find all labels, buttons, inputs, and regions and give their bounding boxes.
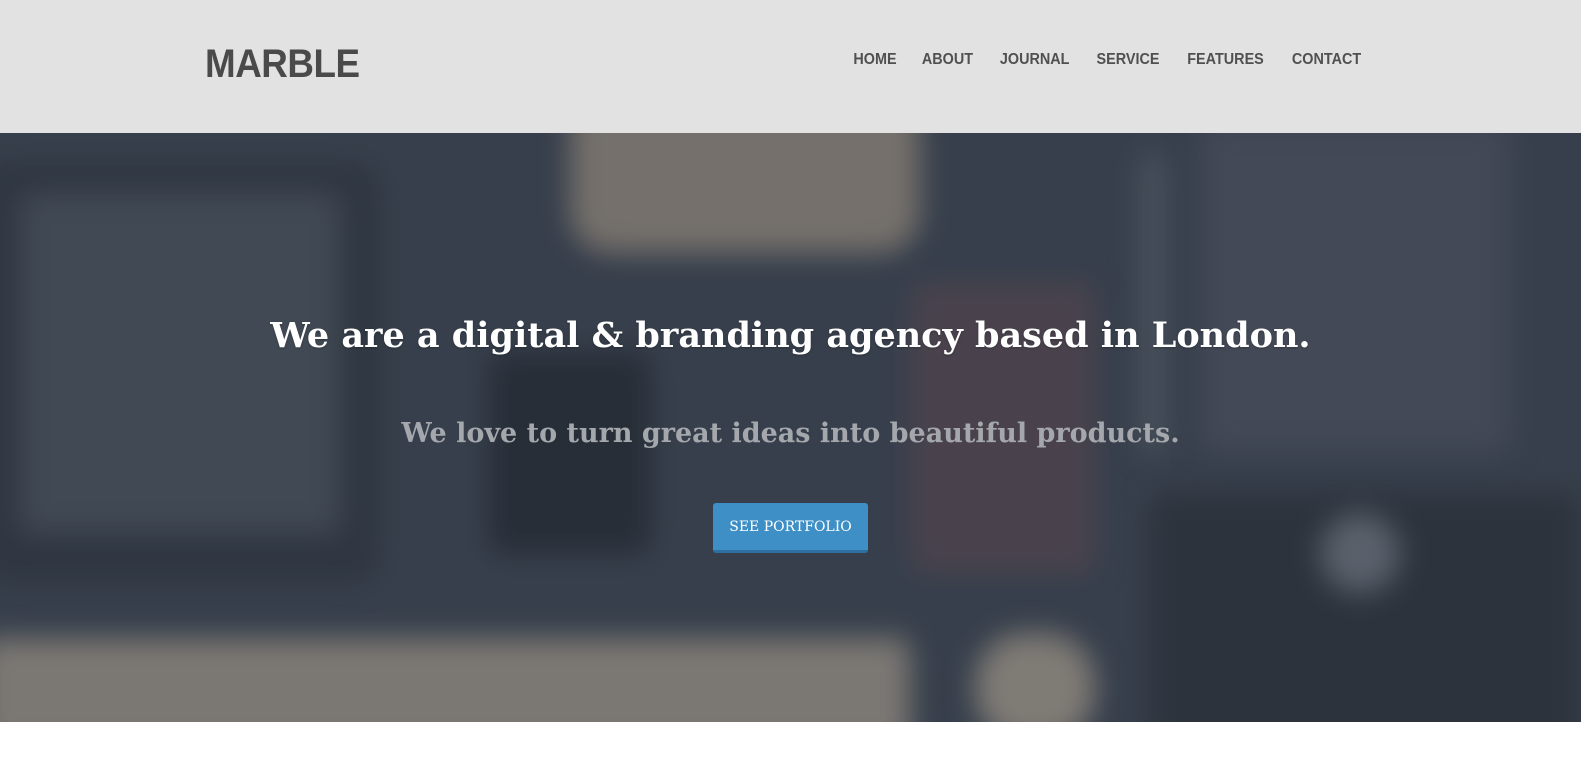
see-portfolio-button[interactable]: SEE PORTFOLIO [713,503,868,553]
nav-journal[interactable]: JOURNAL [999,49,1069,71]
hero-subheadline: We love to turn great ideas into beautif… [401,418,1180,449]
brand-logo[interactable]: MARBLE [205,38,360,90]
hero-section: We are a digital & branding agency based… [0,133,1581,722]
nav-contact[interactable]: CONTACT [1292,49,1361,71]
hero-headline: We are a digital & branding agency based… [270,315,1311,356]
nav-service[interactable]: SERVICE [1096,49,1159,71]
site-header: MARBLE HOME ABOUT JOURNAL SERVICE FEATUR… [0,0,1581,133]
main-nav: HOME ABOUT JOURNAL SERVICE FEATURES CONT… [851,49,1365,71]
nav-features[interactable]: FEATURES [1187,49,1264,71]
nav-home[interactable]: HOME [853,49,896,71]
nav-about[interactable]: ABOUT [922,49,973,71]
